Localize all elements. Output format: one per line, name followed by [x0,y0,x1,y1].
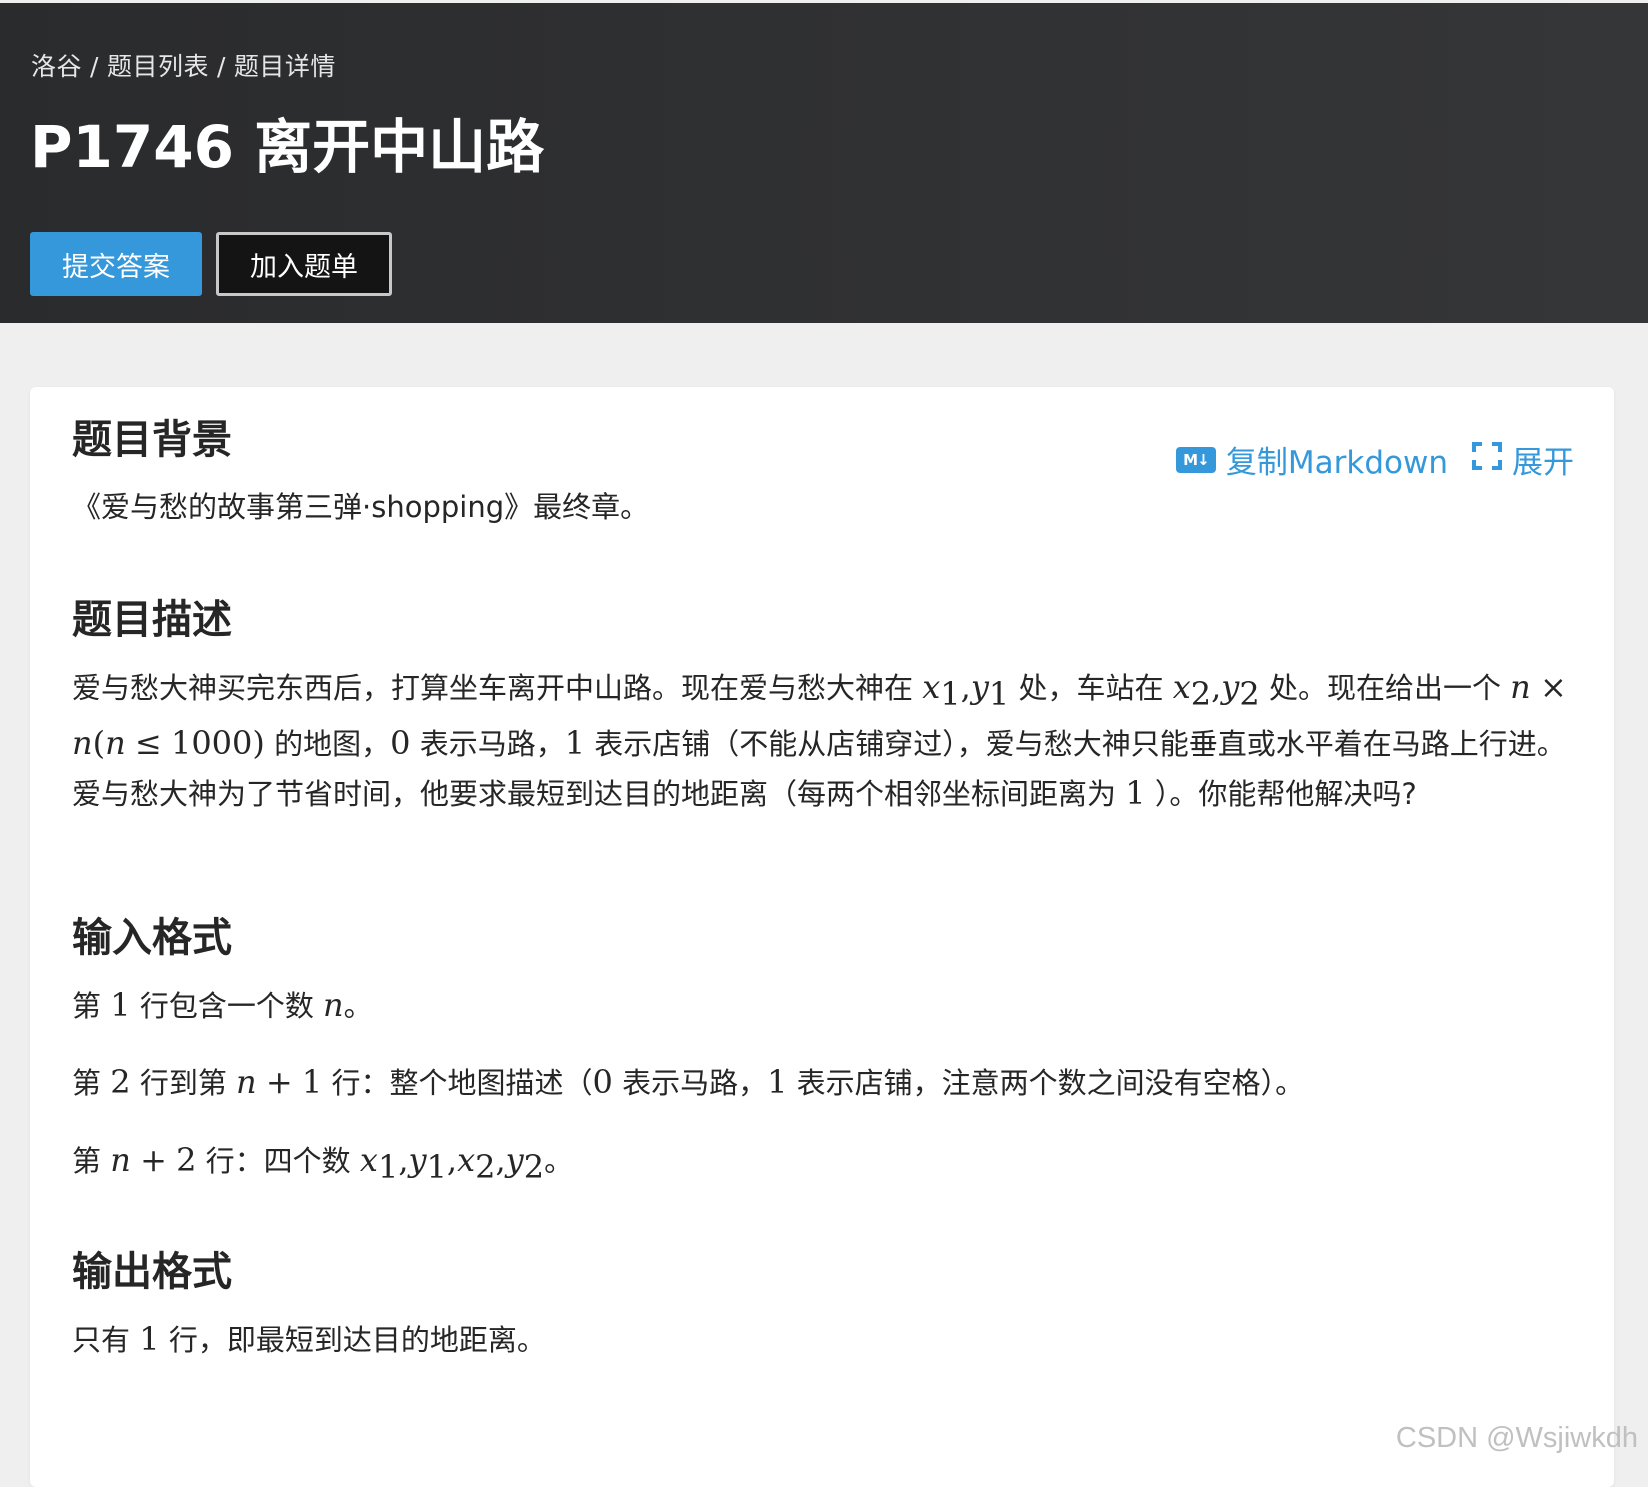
breadcrumb: 洛谷 / 题目列表 / 题目详情 [31,47,336,83]
input-line-2: 第 2 行到第 n + 1 行：整个地图描述（0 表示马路，1 表示店铺，注意两… [72,1063,1305,1101]
watermark: CSDN @Wsjiwkdh [1395,1422,1638,1454]
breadcrumb-separator: / [216,52,226,81]
add-to-list-button[interactable]: 加入题单 [216,232,392,296]
copy-markdown-label: 复制Markdown [1225,445,1448,481]
section-title-input: 输入格式 [72,915,232,961]
output-text: 只有 1 行，即最短到达目的地距离。 [72,1320,546,1358]
expand-icon [1472,441,1502,478]
expand-button[interactable]: 展开 [1448,437,1574,482]
problem-card: M↓ 复制Markdown 展开 题目背景 《爱与愁的故事第三弹·shoppin… [30,387,1614,1487]
card-tools: M↓ 复制Markdown 展开 [1175,437,1574,482]
section-title-output: 输出格式 [72,1249,232,1295]
problem-header: 洛谷 / 题目列表 / 题目详情 P1746 离开中山路 提交答案 加入题单 [0,3,1648,323]
breadcrumb-separator: / [90,52,99,81]
background-text: 《爱与愁的故事第三弹·shopping》最终章。 [72,490,650,524]
input-line-1: 第 1 行包含一个数 n。 [72,986,373,1024]
input-line-3: 第 n + 2 行：四个数 x1,y1,x2,y2。 [72,1141,574,1186]
breadcrumb-problem-list[interactable]: 题目列表 [107,52,209,81]
section-title-background: 题目背景 [72,417,232,463]
expand-label: 展开 [1512,445,1574,481]
page-title: P1746 离开中山路 [30,113,545,181]
copy-markdown-button[interactable]: M↓ 复制Markdown [1175,437,1448,482]
breadcrumb-home[interactable]: 洛谷 [31,52,82,81]
description-text: 爱与愁大神买完东西后，打算坐车离开中山路。现在爱与愁大神在 x1,y1 处，车站… [72,668,1567,812]
submit-answer-button[interactable]: 提交答案 [30,232,202,296]
markdown-icon: M↓ [1175,446,1216,473]
breadcrumb-current: 题目详情 [233,52,336,81]
section-title-description: 题目描述 [72,597,232,643]
